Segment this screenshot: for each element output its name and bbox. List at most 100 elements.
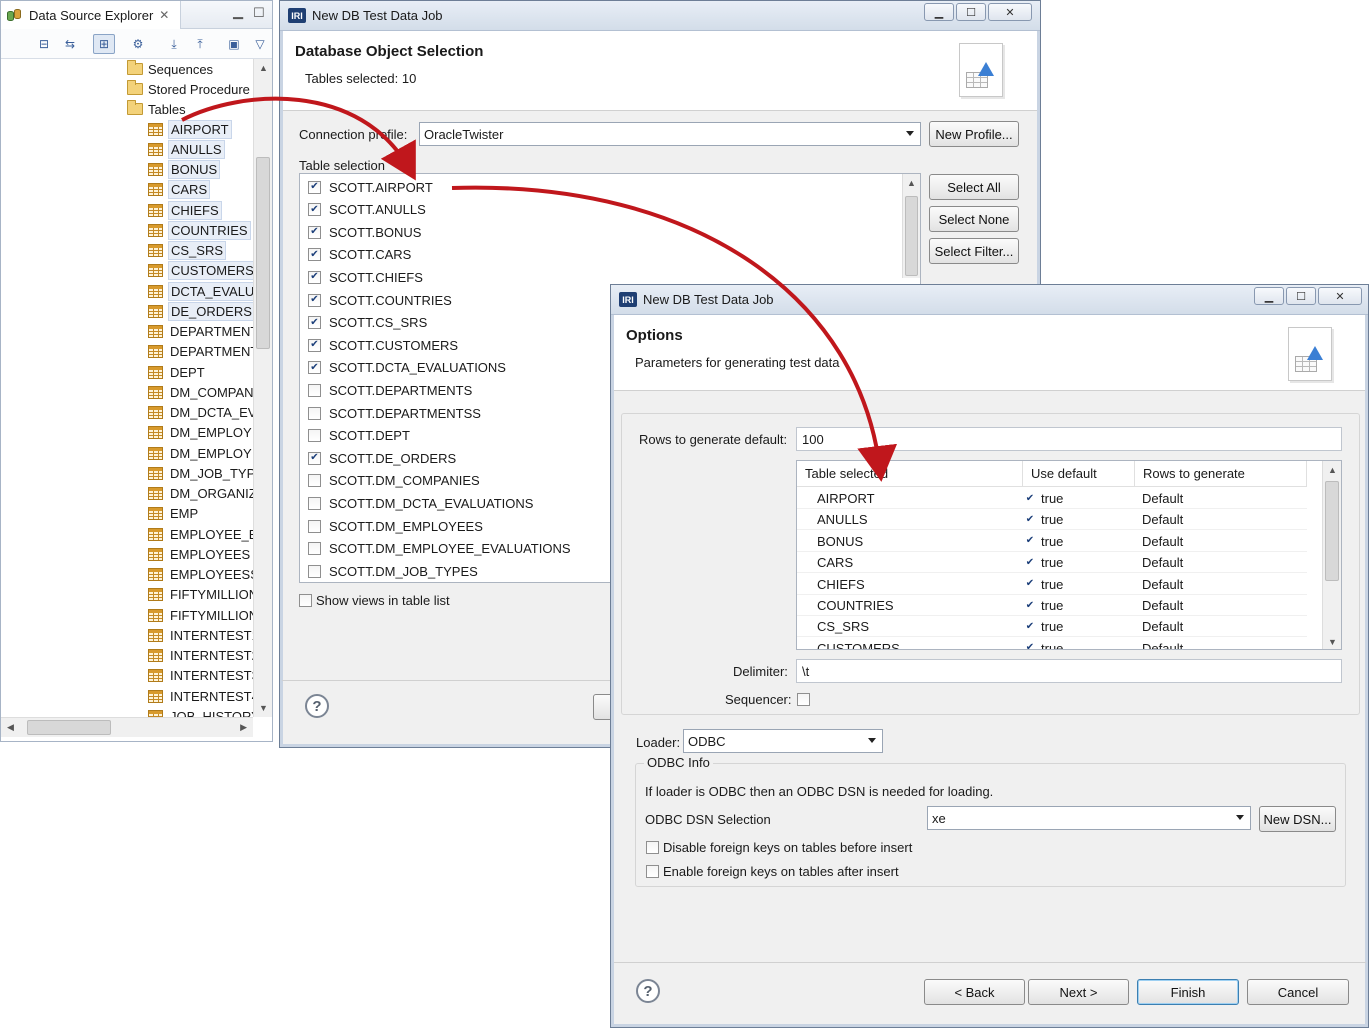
list-item[interactable]: SCOTT.CS_SRS xyxy=(308,312,427,334)
tree-table-item[interactable]: BONUS xyxy=(148,160,221,180)
list-item[interactable]: SCOTT.DM_EMPLOYEE_EVALUATIONS xyxy=(308,538,571,560)
list-item[interactable]: SCOTT.DM_DCTA_EVALUATIONS xyxy=(308,492,533,514)
enable-fk-checkbox[interactable] xyxy=(646,865,659,878)
scrollbar-thumb[interactable] xyxy=(27,720,111,735)
new-dsn-button[interactable]: New DSN... xyxy=(1259,806,1336,832)
tree-table-item[interactable]: DM_DCTA_EV xyxy=(148,403,253,423)
table-row[interactable]: CS_SRS true Default xyxy=(797,616,1307,638)
column-header-table-selected[interactable]: Table selected xyxy=(797,461,1023,487)
use-default-checkbox[interactable] xyxy=(1025,621,1035,633)
list-item[interactable]: SCOTT.AIRPORT xyxy=(308,176,433,198)
import-icon[interactable]: ⤓ xyxy=(163,34,185,54)
show-views-checkbox[interactable] xyxy=(299,594,312,607)
cell-use-default[interactable]: true xyxy=(1025,512,1063,527)
table-checkbox[interactable] xyxy=(308,225,321,239)
cell-use-default[interactable]: true xyxy=(1025,491,1063,506)
list-item[interactable]: SCOTT.DM_JOB_TYPES xyxy=(308,560,478,582)
explorer-tree[interactable]: Sequences Stored Procedure Tables AIRPOR… xyxy=(1,59,253,717)
table-checkbox[interactable] xyxy=(308,316,321,330)
minimize-button[interactable]: ▁ xyxy=(1254,287,1284,305)
tree-view-icon[interactable]: ⊞ xyxy=(93,34,115,54)
tree-folder-stored-procedures[interactable]: Stored Procedure xyxy=(127,79,250,99)
table-checkbox[interactable] xyxy=(308,248,321,262)
table-row[interactable]: CARS true Default xyxy=(797,552,1307,574)
tree-table-item[interactable]: DE_ORDERS xyxy=(148,301,253,321)
tree-table-item[interactable]: DM_EMPLOY xyxy=(148,423,253,443)
cell-use-default[interactable]: true xyxy=(1025,598,1063,613)
cell-rows[interactable]: Default xyxy=(1142,598,1183,613)
tree-table-item[interactable]: INTERNTEST1 xyxy=(148,625,253,645)
table-checkbox[interactable] xyxy=(308,451,321,465)
list-item[interactable]: SCOTT.DEPT xyxy=(308,425,410,447)
table-row[interactable]: CHIEFS true Default xyxy=(797,574,1307,595)
tree-table-item[interactable]: DCTA_EVALU xyxy=(148,281,253,301)
select-all-button[interactable]: Select All xyxy=(929,174,1019,200)
tree-table-item[interactable]: AIRPORT xyxy=(148,119,232,139)
maximize-button[interactable]: ☐ xyxy=(956,3,986,21)
list-item[interactable]: SCOTT.ANULLS xyxy=(308,199,426,221)
scroll-left-icon[interactable]: ◀ xyxy=(7,722,14,733)
help-icon[interactable]: ? xyxy=(305,694,329,718)
table-row[interactable]: ANULLS true Default xyxy=(797,509,1307,531)
use-default-checkbox[interactable] xyxy=(1025,642,1035,649)
tree-table-item[interactable]: INTERNTEST3 xyxy=(148,666,253,686)
cell-rows[interactable]: Default xyxy=(1142,512,1183,527)
tree-folder-tables[interactable]: Tables xyxy=(127,99,186,119)
scroll-down-icon[interactable]: ▼ xyxy=(1328,637,1337,647)
sequencer-checkbox[interactable] xyxy=(797,693,810,706)
cell-use-default[interactable]: true xyxy=(1025,577,1063,592)
tree-table-item[interactable]: ANULLS xyxy=(148,139,225,159)
view-menu-icon[interactable]: ▽ xyxy=(249,34,271,54)
list-item[interactable]: SCOTT.DE_ORDERS xyxy=(308,447,456,469)
use-default-checkbox[interactable] xyxy=(1025,600,1035,612)
show-views-checkbox-row[interactable]: Show views in table list xyxy=(299,593,450,608)
use-default-checkbox[interactable] xyxy=(1025,493,1035,505)
tree-table-item[interactable]: DEPT xyxy=(148,362,207,382)
list-item[interactable]: SCOTT.DM_EMPLOYEES xyxy=(308,515,483,537)
odbc-dsn-combo[interactable]: xe xyxy=(927,806,1251,830)
table-row[interactable]: COUNTRIES true Default xyxy=(797,595,1307,616)
table-checkbox[interactable] xyxy=(308,542,321,556)
help-icon[interactable]: ? xyxy=(636,979,660,1003)
use-default-checkbox[interactable] xyxy=(1025,557,1035,569)
tree-table-item[interactable]: DEPARTMENT xyxy=(148,342,253,362)
scrollbar-thumb[interactable] xyxy=(1325,481,1339,581)
loader-combo[interactable]: ODBC xyxy=(683,729,883,753)
table-checkbox[interactable] xyxy=(308,361,321,375)
close-icon[interactable]: ✕ xyxy=(159,8,169,22)
tree-table-item[interactable]: DEPARTMENT xyxy=(148,322,253,342)
maximize-icon[interactable]: ☐ xyxy=(253,5,265,21)
tree-table-item[interactable]: DM_ORGANIZ xyxy=(148,484,253,504)
use-default-checkbox[interactable] xyxy=(1025,514,1035,526)
table-checkbox[interactable] xyxy=(308,383,321,397)
cell-use-default[interactable]: true xyxy=(1025,555,1063,570)
tree-table-item[interactable]: DM_EMPLOY xyxy=(148,443,253,463)
options-table[interactable]: Table selected Use default Rows to gener… xyxy=(796,460,1342,650)
tree-table-item[interactable]: EMPLOYEESS xyxy=(148,565,253,585)
tree-table-item[interactable]: COUNTRIES xyxy=(148,220,251,240)
tree-table-item[interactable]: CARS xyxy=(148,180,211,200)
scrollbar-thumb[interactable] xyxy=(256,157,270,349)
disable-fk-checkbox[interactable] xyxy=(646,841,659,854)
disable-fk-row[interactable]: Disable foreign keys on tables before in… xyxy=(646,840,912,855)
column-header-rows-to-generate[interactable]: Rows to generate xyxy=(1135,461,1307,487)
select-filter-button[interactable]: Select Filter... xyxy=(929,238,1019,264)
table-checkbox[interactable] xyxy=(308,474,321,488)
minimize-button[interactable]: ▁ xyxy=(924,3,954,21)
table-checkbox[interactable] xyxy=(308,338,321,352)
tree-table-item[interactable]: CUSTOMERS xyxy=(148,261,253,281)
cell-rows[interactable]: Default xyxy=(1142,577,1183,592)
list-item[interactable]: SCOTT.CARS xyxy=(308,244,411,266)
rows-default-input[interactable]: 100 xyxy=(796,427,1342,451)
tree-table-item[interactable]: FIFTYMILLION xyxy=(148,605,253,625)
table-checkbox[interactable] xyxy=(308,406,321,420)
delimiter-input[interactable]: \t xyxy=(796,659,1342,683)
collapse-all-icon[interactable]: ⊟ xyxy=(33,34,55,54)
table-checkbox[interactable] xyxy=(308,180,321,194)
cell-rows[interactable]: Default xyxy=(1142,619,1183,634)
use-default-checkbox[interactable] xyxy=(1025,535,1035,547)
tree-table-item[interactable]: EMP xyxy=(148,504,200,524)
use-default-checkbox[interactable] xyxy=(1025,578,1035,590)
close-button[interactable]: ✕ xyxy=(1318,287,1362,305)
select-none-button[interactable]: Select None xyxy=(929,206,1019,232)
